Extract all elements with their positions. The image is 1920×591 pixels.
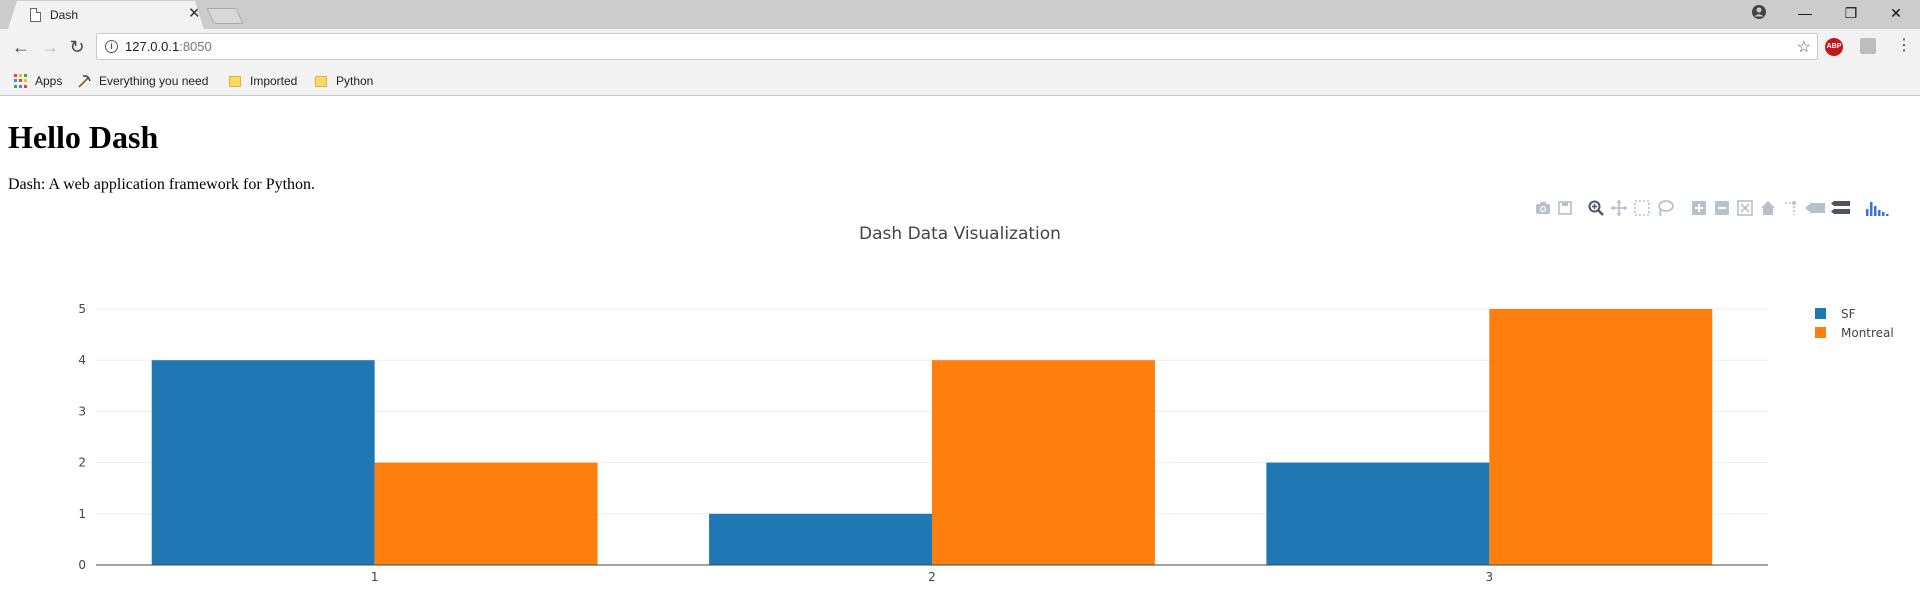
adblock-extension-icon[interactable]: ABP [1825, 38, 1843, 56]
reset-axes-icon[interactable] [1759, 199, 1777, 217]
page-description: Dash: A web application framework for Py… [8, 176, 316, 193]
y-tick-label: 3 [78, 404, 86, 418]
zoom-icon[interactable] [1587, 199, 1605, 217]
autoscale-icon[interactable] [1736, 199, 1754, 217]
bookmark-label: Python [336, 74, 374, 88]
legend-swatch[interactable] [1815, 308, 1826, 319]
legend-swatch[interactable] [1815, 327, 1826, 338]
y-tick-label: 1 [78, 507, 86, 521]
minimize-icon[interactable]: — [1795, 4, 1815, 22]
bookmark-imported[interactable]: Imported [229, 72, 297, 90]
tab-title: Dash [50, 8, 79, 22]
browser-titlebar: Dash ✕ — ❐ ✕ [0, 0, 1920, 29]
y-tick-label: 5 [78, 302, 86, 316]
zoom-out-icon[interactable] [1713, 199, 1731, 217]
folder-icon [229, 75, 241, 87]
back-icon[interactable]: ← [10, 37, 32, 57]
camera-icon[interactable] [1534, 199, 1552, 217]
bookmark-label: Everything you need [99, 74, 209, 88]
browser-toolbar: ← → ↻ i 127.0.0.1:8050 ☆ ABP ⋮ [0, 29, 1920, 65]
page-icon [30, 8, 41, 22]
address-bar[interactable]: i 127.0.0.1:8050 ☆ [96, 33, 1818, 60]
info-icon[interactable]: i [105, 40, 118, 53]
forward-icon[interactable]: → [39, 37, 61, 57]
reload-icon[interactable]: ↻ [66, 37, 88, 57]
x-axis-ticks: 1 2 3 [371, 570, 1493, 584]
bookmark-label: Apps [35, 74, 63, 88]
save-icon[interactable] [1556, 199, 1574, 217]
apps-icon [14, 74, 28, 88]
bar-chart: Dash Data Visualization 0 1 2 3 4 5 1 2 3 SF Mon… [78, 224, 1894, 584]
bar-sf-3[interactable] [1266, 462, 1490, 565]
close-window-icon[interactable]: ✕ [1886, 4, 1906, 22]
legend-label[interactable]: Montreal [1841, 326, 1894, 340]
box-select-icon[interactable] [1633, 199, 1651, 217]
x-tick-label: 3 [1486, 570, 1494, 584]
new-tab-button[interactable] [206, 8, 244, 24]
y-axis-ticks: 0 1 2 3 4 5 [78, 302, 86, 572]
bars-group [151, 309, 1713, 565]
chart-title: Dash Data Visualization [859, 224, 1061, 244]
bar-sf-2[interactable] [709, 513, 932, 565]
bookmark-everything[interactable]: Everything you need [77, 72, 209, 90]
plotly-logo-icon[interactable] [1864, 199, 1892, 217]
x-tick-label: 1 [371, 570, 379, 584]
lasso-icon[interactable] [1656, 199, 1674, 217]
y-tick-label: 4 [78, 353, 86, 367]
legend-label[interactable]: SF [1841, 307, 1856, 321]
folder-icon [315, 75, 327, 87]
y-tick-label: 0 [78, 558, 86, 572]
bookmark-star-icon[interactable]: ☆ [1797, 37, 1811, 57]
legend[interactable]: SF Montreal [1815, 307, 1894, 340]
bar-montreal-3[interactable] [1489, 309, 1713, 565]
hover-compare-icon[interactable] [1830, 199, 1852, 217]
bookmarks-bar: Apps Everything you need Imported Python [0, 65, 1920, 96]
hover-closest-icon[interactable] [1803, 199, 1827, 217]
page-title: Hello Dash [8, 119, 159, 155]
bar-sf-1[interactable] [151, 360, 375, 565]
pickaxe-icon [78, 75, 91, 88]
zoom-in-icon[interactable] [1690, 199, 1708, 217]
bookmark-python[interactable]: Python [315, 72, 373, 90]
bar-montreal-2[interactable] [932, 360, 1155, 565]
extension-icon[interactable] [1860, 38, 1876, 54]
close-tab-icon[interactable]: ✕ [188, 6, 201, 22]
restore-icon[interactable]: ❐ [1841, 4, 1861, 22]
x-tick-label: 2 [928, 570, 936, 584]
y-tick-label: 2 [78, 456, 86, 470]
menu-icon[interactable]: ⋮ [1896, 36, 1912, 56]
bar-montreal-1[interactable] [374, 462, 598, 565]
browser-tab[interactable]: Dash ✕ [8, 1, 204, 29]
bookmark-label: Imported [250, 74, 298, 88]
profile-icon[interactable] [1749, 4, 1769, 24]
bookmark-apps[interactable]: Apps [14, 72, 62, 90]
spike-lines-icon[interactable] [1782, 199, 1800, 217]
plot-modebar [1530, 197, 1915, 219]
pan-icon[interactable] [1610, 199, 1628, 217]
url-text: 127.0.0.1:8050 [125, 39, 212, 54]
